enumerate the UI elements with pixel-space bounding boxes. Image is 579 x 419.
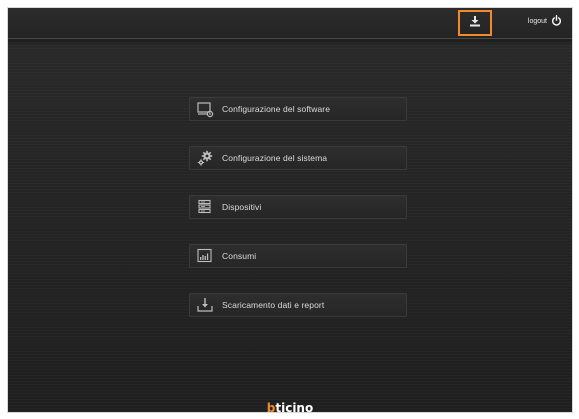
- menu-item-label: Dispositivi: [222, 202, 262, 212]
- top-bar: logout: [8, 8, 572, 39]
- top-bar-shadow: [8, 39, 572, 45]
- gears-icon: [196, 149, 214, 167]
- menu-item-label: Consumi: [222, 251, 257, 261]
- download-button[interactable]: [458, 10, 492, 36]
- menu-item-system-config[interactable]: Configurazione del sistema: [189, 146, 407, 170]
- download-icon: [469, 14, 481, 32]
- menu-item-software-config[interactable]: Configurazione del software: [189, 97, 407, 121]
- app-window: logout Configurazione del software Confi…: [8, 8, 572, 412]
- tray-download-icon: [196, 296, 214, 314]
- power-icon: [551, 15, 562, 28]
- menu-item-label: Configurazione del software: [222, 104, 331, 114]
- bar-chart-icon: [196, 247, 214, 265]
- logout-button[interactable]: logout: [528, 15, 562, 28]
- menu-item-devices[interactable]: Dispositivi: [189, 195, 407, 219]
- logo-wordmark: ticino: [275, 401, 314, 412]
- main-menu: Configurazione del software Configurazio…: [189, 97, 407, 342]
- monitor-gear-icon: [196, 100, 214, 118]
- menu-item-label: Configurazione del sistema: [222, 153, 328, 163]
- menu-item-consumption[interactable]: Consumi: [189, 244, 407, 268]
- bticino-logo: bticino: [8, 401, 572, 412]
- logout-label: logout: [527, 18, 547, 25]
- devices-stack-icon: [196, 198, 214, 216]
- menu-item-data-download[interactable]: Scaricamento dati e report: [189, 293, 407, 317]
- menu-item-label: Scaricamento dati e report: [222, 300, 325, 310]
